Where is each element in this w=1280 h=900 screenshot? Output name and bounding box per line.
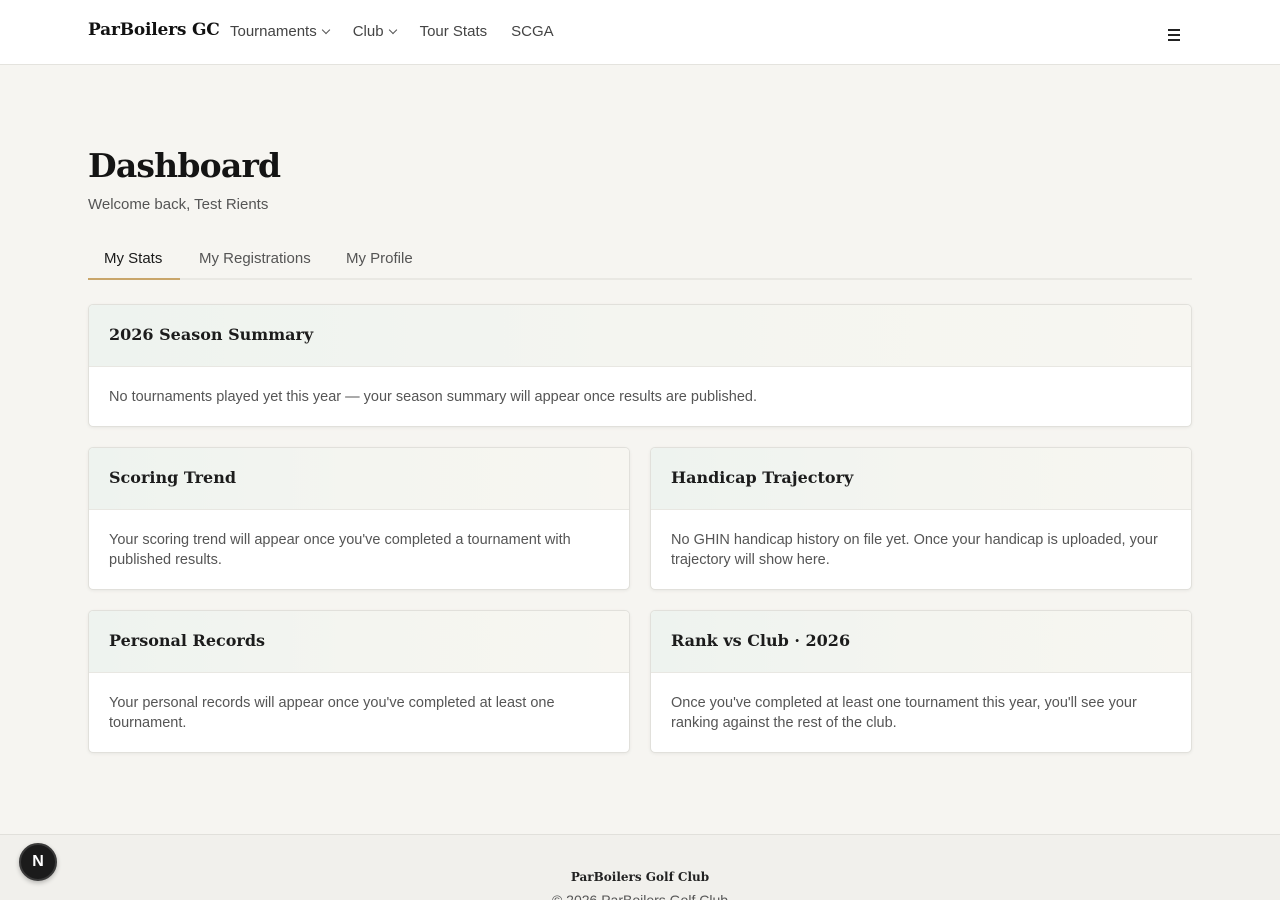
dashboard-tabs: My Stats My Registrations My Profile [88,238,1192,280]
personal-records-card: Personal Records Your personal records w… [88,610,630,753]
card-title: Personal Records [109,631,266,650]
nav-tour-stats[interactable]: Tour Stats [420,23,488,40]
season-summary-card: 2026 Season Summary No tournaments playe… [88,304,1192,427]
scoring-trend-card: Scoring Trend Your scoring trend will ap… [88,447,630,590]
card-title: Scoring Trend [109,468,237,487]
brand-logo[interactable]: ParBoilers GC [88,20,220,40]
card-title: Handicap Trajectory [671,468,854,487]
handicap-trajectory-card: Handicap Trajectory No GHIN handicap his… [650,447,1192,590]
card-title: 2026 Season Summary [109,325,314,344]
card-body: Your scoring trend will appear once you'… [109,532,571,568]
nav-tournaments-label: Tournaments [230,23,317,40]
dev-tools-badge-icon[interactable]: N [19,843,57,881]
card-header: Rank vs Club · 2026 [651,611,1191,673]
page-title: Dashboard [88,146,281,185]
active-tab-indicator [88,278,180,280]
nav-scga-label: SCGA [511,23,554,40]
top-navbar: ParBoilers GC Tournaments Club Tour Stat… [0,0,1280,65]
card-header: Scoring Trend [89,448,629,510]
tab-my-profile[interactable]: My Profile [346,250,413,267]
card-body: No tournaments played yet this year — yo… [109,389,757,405]
tab-my-registrations[interactable]: My Registrations [199,250,311,267]
card-title: Rank vs Club · 2026 [671,631,851,650]
chevron-down-icon [321,25,330,35]
card-body: No GHIN handicap history on file yet. On… [671,532,1158,568]
rank-vs-club-card: Rank vs Club · 2026 Once you've complete… [650,610,1192,753]
footer: ParBoilers Golf Club © 2026 ParBoilers G… [0,834,1280,900]
nav-scga[interactable]: SCGA [511,23,554,40]
main-nav: Tournaments Club Tour Stats SCGA [230,23,578,40]
hamburger-menu-icon[interactable] [1166,28,1182,42]
nav-club[interactable]: Club [352,23,397,40]
card-body: Your personal records will appear once y… [109,695,555,731]
card-header: Handicap Trajectory [651,448,1191,510]
card-header: Personal Records [89,611,629,673]
card-body: Once you've completed at least one tourn… [671,695,1137,731]
chevron-down-icon [388,25,397,35]
welcome-message: Welcome back, Test Rients [88,196,269,213]
nav-club-label: Club [352,23,384,40]
nav-tour-stats-label: Tour Stats [419,23,488,40]
footer-copyright: © 2026 ParBoilers Golf Club [551,892,729,900]
tab-my-stats[interactable]: My Stats [104,250,162,267]
footer-club-name: ParBoilers Golf Club [570,870,710,884]
card-header: 2026 Season Summary [89,305,1191,367]
nav-tournaments[interactable]: Tournaments [230,23,330,40]
